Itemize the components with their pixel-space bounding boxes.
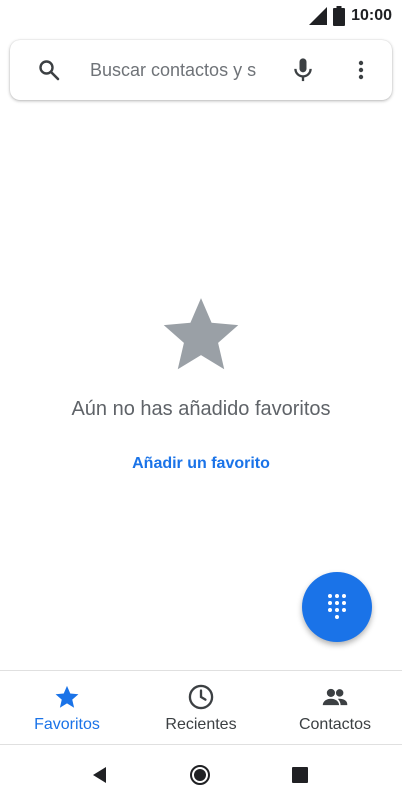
tab-recientes[interactable]: Recientes bbox=[134, 671, 268, 744]
star-icon bbox=[55, 685, 79, 708]
empty-favorites-star-icon bbox=[163, 298, 239, 370]
signal-icon bbox=[309, 7, 328, 25]
tab-recientes-label: Recientes bbox=[165, 716, 237, 733]
more-vert-icon[interactable] bbox=[349, 58, 373, 82]
home-icon[interactable] bbox=[189, 764, 211, 786]
add-favorite-link[interactable]: Añadir un favorito bbox=[0, 455, 402, 473]
recents-icon[interactable] bbox=[289, 764, 311, 786]
bottom-navigation: Favoritos Recientes Contactos bbox=[0, 670, 402, 745]
system-navigation-bar bbox=[0, 746, 402, 804]
clock-icon bbox=[188, 684, 214, 710]
tab-contactos-label: Contactos bbox=[298, 716, 372, 733]
tab-contactos[interactable]: Contactos bbox=[268, 671, 402, 744]
search-icon[interactable] bbox=[37, 58, 61, 82]
search-input[interactable] bbox=[90, 54, 282, 86]
search-bar[interactable] bbox=[10, 40, 392, 100]
back-icon[interactable] bbox=[89, 764, 111, 786]
dialpad-button[interactable] bbox=[302, 572, 372, 642]
tab-favoritos-label: Favoritos bbox=[34, 716, 100, 733]
empty-state-message: Aún no has añadido favoritos bbox=[71, 398, 331, 420]
status-bar: 10:00 bbox=[0, 0, 402, 32]
status-time: 10:00 bbox=[351, 7, 392, 24]
tab-favoritos[interactable]: Favoritos bbox=[0, 671, 134, 744]
battery-icon bbox=[333, 6, 346, 26]
mic-icon[interactable] bbox=[289, 56, 317, 84]
status-icons: 10:00 bbox=[309, 6, 392, 26]
people-icon bbox=[322, 688, 348, 706]
dialpad-icon bbox=[328, 594, 346, 619]
